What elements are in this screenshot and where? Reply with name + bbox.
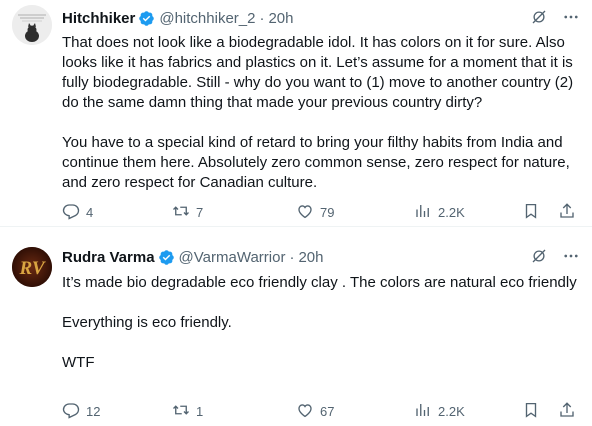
avatar-cat-image <box>12 5 52 45</box>
bookmark-button[interactable] <box>522 202 540 223</box>
grok-icon[interactable] <box>530 8 548 26</box>
views-count: 2.2K <box>438 205 465 220</box>
tweet-text: That does not look like a biodegradable … <box>62 33 578 193</box>
author-name[interactable]: Hitchhiker <box>62 10 135 27</box>
repost-button[interactable]: 1 <box>172 401 203 422</box>
views-icon <box>414 401 432 422</box>
tweet-paragraph: It’s made bio degradable eco friendly cl… <box>62 274 577 291</box>
tweet-paragraph: That does not look like a biodegradable … <box>62 34 574 111</box>
bookmark-icon <box>522 202 540 223</box>
like-count: 67 <box>320 404 335 419</box>
tweet-text: It’s made bio degradable eco friendly cl… <box>62 273 578 373</box>
reply-icon <box>62 401 80 422</box>
share-button[interactable] <box>558 401 576 422</box>
more-icon[interactable] <box>562 247 580 265</box>
reply-button[interactable]: 4 <box>62 202 93 223</box>
reply-count: 4 <box>86 205 94 220</box>
repost-button[interactable]: 7 <box>172 202 203 223</box>
share-icon <box>558 202 576 223</box>
repost-count: 1 <box>196 404 204 419</box>
tweet-header: Hitchhiker @hitchhiker_2 · 20h <box>62 8 580 28</box>
views-icon <box>414 202 432 223</box>
like-count: 79 <box>320 205 335 220</box>
author-name[interactable]: Rudra Varma <box>62 249 155 266</box>
avatar[interactable] <box>12 5 52 45</box>
tweet-header: Rudra Varma @VarmaWarrior · 20h <box>62 247 580 267</box>
views-button[interactable]: 2.2K <box>414 202 465 223</box>
reply-count: 12 <box>86 404 101 419</box>
like-icon <box>296 202 314 223</box>
tweet-rudra-varma[interactable]: RV Rudra Varma @VarmaWarrior · 20h It’s … <box>0 227 592 426</box>
like-button[interactable]: 79 <box>296 202 334 223</box>
svg-text:RV: RV <box>18 258 45 279</box>
tweet-paragraph: Everything is eco friendly. <box>62 314 232 331</box>
repost-icon <box>172 202 190 223</box>
bookmark-button[interactable] <box>522 401 540 422</box>
like-icon <box>296 401 314 422</box>
avatar[interactable]: RV <box>12 247 52 287</box>
repost-icon <box>172 401 190 422</box>
timestamp[interactable]: 20h <box>268 10 293 27</box>
tweet-paragraph: You have to a special kind of retard to … <box>62 134 570 191</box>
share-button[interactable] <box>558 202 576 223</box>
views-button[interactable]: 2.2K <box>414 401 465 422</box>
action-bar: 12 1 67 2.2K <box>62 401 580 421</box>
tweet-hitchhiker[interactable]: Hitchhiker @hitchhiker_2 · 20h That does… <box>0 0 592 227</box>
bookmark-icon <box>522 401 540 422</box>
action-bar: 4 7 79 2.2K <box>62 202 580 222</box>
verified-badge-icon <box>138 10 155 27</box>
repost-count: 7 <box>196 205 204 220</box>
more-icon[interactable] <box>562 8 580 26</box>
like-button[interactable]: 67 <box>296 401 334 422</box>
author-handle[interactable]: @hitchhiker_2 <box>159 10 255 27</box>
grok-icon[interactable] <box>530 247 548 265</box>
author-handle[interactable]: @VarmaWarrior <box>179 249 286 266</box>
timestamp[interactable]: 20h <box>298 249 323 266</box>
share-icon <box>558 401 576 422</box>
views-count: 2.2K <box>438 404 465 419</box>
avatar-rv-logo: RV <box>12 247 52 287</box>
separator-dot: · <box>259 9 265 27</box>
verified-badge-icon <box>158 249 175 266</box>
reply-button[interactable]: 12 <box>62 401 100 422</box>
reply-icon <box>62 202 80 223</box>
separator-dot: · <box>289 248 295 266</box>
tweet-paragraph: WTF <box>62 354 95 371</box>
